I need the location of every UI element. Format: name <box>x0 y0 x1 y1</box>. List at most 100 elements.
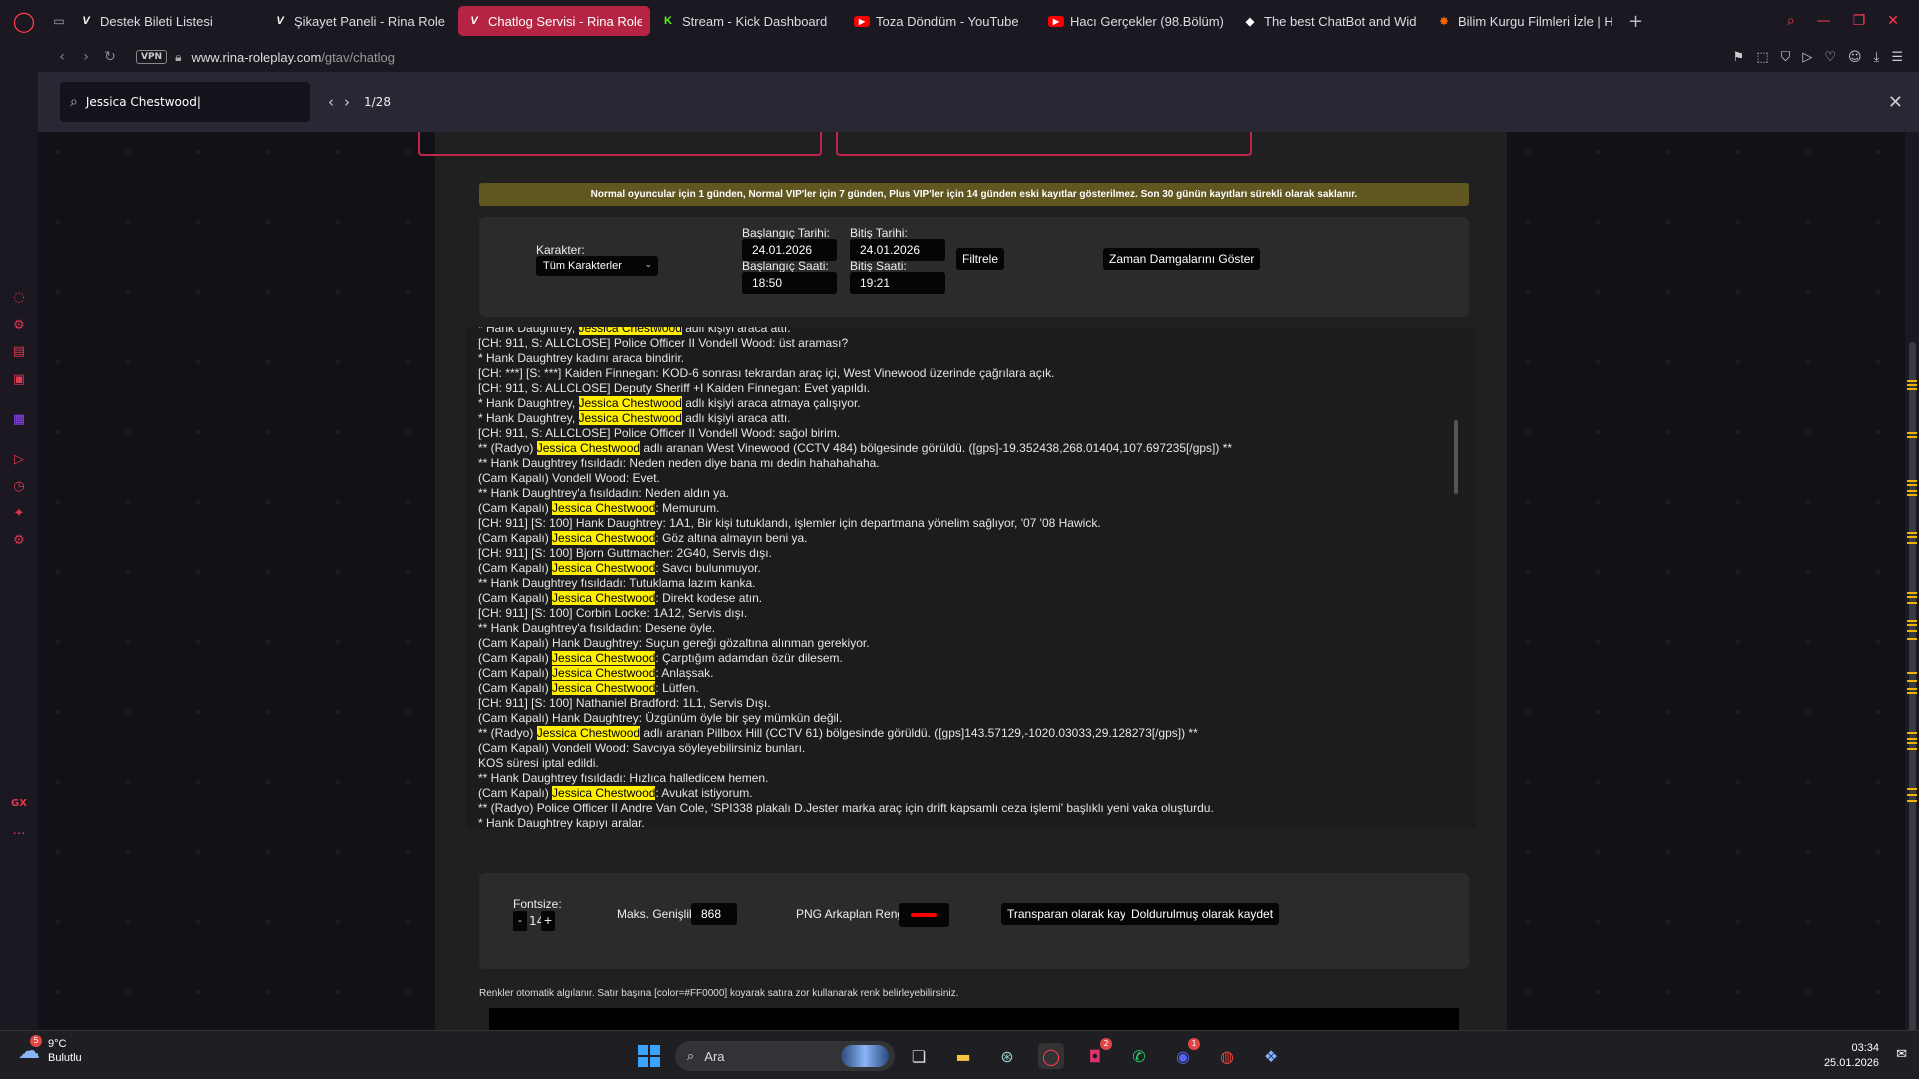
file-explorer-icon[interactable]: ▬ <box>950 1043 976 1069</box>
start-time-field[interactable]: 18:50 <box>742 272 837 294</box>
end-date-field[interactable]: 24.01.2026 <box>850 239 945 261</box>
back-icon[interactable]: ‹ <box>50 49 74 65</box>
scroll-match-marker <box>1907 480 1917 482</box>
fontsize-increase-button[interactable]: + <box>541 911 555 931</box>
find-previous-icon[interactable]: ‹ <box>328 93 334 111</box>
tab-3[interactable]: V Chatlog Servisi - Rina Role <box>458 6 650 36</box>
max-width-field[interactable]: 868 <box>691 903 737 925</box>
find-next-icon[interactable]: › <box>344 93 350 111</box>
fontsize-decrease-button[interactable]: - <box>513 911 527 931</box>
png-bg-color-picker[interactable] <box>899 903 949 927</box>
more-icon[interactable]: … <box>0 823 38 838</box>
tab-1[interactable]: V Destek Bileti Listesi <box>70 6 262 36</box>
taskbar-search[interactable]: ⌕ Ara <box>675 1041 895 1071</box>
play-icon[interactable]: ▷ <box>1802 50 1812 65</box>
tab-2[interactable]: V Şikayet Paneli - Rina Role <box>264 6 456 36</box>
search-highlight: Jessica Chestwood <box>536 441 641 455</box>
gx-icon[interactable]: GX <box>0 798 38 809</box>
messenger-icon[interactable]: ▣ <box>0 372 38 387</box>
restore-icon[interactable]: ❐ <box>1853 13 1866 29</box>
scroll-match-marker <box>1907 592 1917 594</box>
log-line: (Cam Kapalı) Jessica Chestwood: Avukat i… <box>478 786 753 800</box>
scroll-match-marker <box>1907 602 1917 604</box>
save-filled-button[interactable]: Doldurulmuş olarak kaydet <box>1125 903 1280 925</box>
new-tab-button[interactable]: + <box>1628 11 1643 32</box>
windows-start-icon[interactable] <box>638 1045 660 1067</box>
instagram-icon[interactable]: ◘ 2 <box>1082 1038 1112 1069</box>
weather-badge: 5 <box>30 1034 42 1047</box>
notification-icon[interactable]: ✉ <box>1896 1047 1907 1062</box>
log-line: [CH: ***] [S: ***] Kaiden Finnegan: KOD-… <box>478 366 1055 380</box>
find-query[interactable]: Jessica Chestwood <box>86 95 197 109</box>
lock-icon[interactable]: 🔒︎ <box>175 50 181 65</box>
tab-label: Destek Bileti Listesi <box>100 13 213 29</box>
scroll-match-marker <box>1907 742 1917 744</box>
aria-icon[interactable]: ◌ <box>0 290 38 305</box>
scroll-match-marker <box>1907 380 1917 382</box>
tab-4[interactable]: K Stream - Kick Dashboard <box>652 6 844 36</box>
show-timestamps-button[interactable]: Zaman Damgalarını Göster <box>1103 248 1261 270</box>
tab-6[interactable]: ▶ Hacı Gerçekler (98.Bölüm) <box>1040 6 1232 36</box>
taskbar-clock[interactable]: 03:34 25.01.2026 <box>1824 1041 1879 1071</box>
scroll-match-marker <box>1907 490 1917 492</box>
robot-icon[interactable]: ⚙ <box>0 318 38 333</box>
tab-8[interactable]: ✸ Bilim Kurgu Filmleri İzle | H <box>1428 6 1620 36</box>
snapshot-icon[interactable]: ⬚ <box>1756 50 1768 65</box>
whatsapp-icon[interactable]: ✆ <box>1126 1043 1152 1069</box>
player-icon[interactable]: ▷ <box>0 452 38 467</box>
tab-manager-icon[interactable]: ▭ <box>48 14 70 28</box>
cloud-icon: ☁ 5 <box>18 1034 42 1064</box>
history-icon[interactable]: ◷ <box>0 479 38 494</box>
reload-icon[interactable]: ↻ <box>98 49 122 65</box>
app-icon[interactable]: ❖ <box>1258 1043 1284 1069</box>
start-date-label: Başlangıç Tarihi: <box>742 226 830 240</box>
url-field[interactable]: www.rina-roleplay.com/gtav/chatlog <box>191 50 395 65</box>
discord-icon[interactable]: ◉ 1 <box>1170 1038 1200 1069</box>
wallet-icon[interactable]: ▤ <box>0 344 38 359</box>
log-line: ** (Radyo) Jessica Chestwood adlı aranan… <box>478 441 1233 455</box>
download-icon[interactable]: ⤓ <box>1874 50 1880 65</box>
profile-icon[interactable]: ☺ <box>1848 50 1862 65</box>
opera-logo-icon[interactable]: ◯ <box>0 0 48 42</box>
chatlog-scrollbar[interactable] <box>1454 420 1458 494</box>
bookmark-icon[interactable]: ⚑ <box>1733 50 1745 65</box>
log-line: (Cam Kapalı) Vondell Wood: Evet. <box>478 471 660 485</box>
log-line: [CH: 911] [S: 100] Corbin Locke: 1A12, S… <box>478 606 748 620</box>
taskbar-search-placeholder: Ara <box>704 1048 725 1064</box>
window-controls: ⌕ — ❐ ✕ <box>1787 0 1919 42</box>
heart-icon[interactable]: ♡ <box>1824 50 1836 65</box>
page-scrollbar-thumb[interactable] <box>1909 342 1916 1032</box>
forward-icon[interactable]: › <box>74 49 98 65</box>
close-window-icon[interactable]: ✕ <box>1887 13 1899 29</box>
tab-5[interactable]: ▶ Toza Döndüm - YouTube <box>846 6 1038 36</box>
start-date-field[interactable]: 24.01.2026 <box>742 239 837 261</box>
twitch-icon[interactable]: ▦ <box>0 412 38 427</box>
browser-sidebar: ◌ ⚙ ▤ ▣ ▦ ▷ ◷ ✦ ⚙ GX … <box>0 42 38 1030</box>
end-time-field[interactable]: 19:21 <box>850 272 945 294</box>
log-line: (Cam Kapalı) Jessica Chestwood: Memurum. <box>478 501 720 515</box>
opera-gx-icon[interactable]: ◯ <box>1038 1043 1064 1069</box>
character-select[interactable]: Tüm Karakterler ⌄ <box>536 256 658 276</box>
filter-button[interactable]: Filtrele <box>956 248 1005 270</box>
settings-icon[interactable]: ⚙ <box>0 533 38 548</box>
minimize-icon[interactable]: — <box>1817 13 1831 29</box>
menu-icon[interactable]: ☰ <box>1891 50 1903 65</box>
page-scrollbar[interactable] <box>1905 132 1919 1032</box>
log-line: [CH: 911, S: ALLCLOSE] Deputy Sheriff +I… <box>478 381 871 395</box>
search-tabs-icon[interactable]: ⌕ <box>1787 13 1795 29</box>
find-input[interactable]: ⌕ Jessica Chestwood | <box>60 82 310 122</box>
find-close-icon[interactable]: ✕ <box>1888 92 1903 113</box>
vpn-badge[interactable]: VPN <box>136 50 168 64</box>
url-path: /gtav/chatlog <box>321 49 395 65</box>
chrome-icon[interactable]: ◍ <box>1214 1043 1240 1069</box>
chatlog-output[interactable]: * Hank Daughtrey, Jessica Chestwood adlı… <box>465 327 1476 829</box>
tab-label: Toza Döndüm - YouTube <box>876 13 1019 29</box>
steam-icon[interactable]: ⊛ <box>994 1043 1020 1069</box>
task-view-icon[interactable]: ❏ <box>906 1043 932 1069</box>
weather-widget[interactable]: ☁ 5 9°C Bulutlu <box>18 1034 82 1065</box>
extensions-icon[interactable]: ✦ <box>0 506 38 521</box>
filter-panel: Karakter: Tüm Karakterler ⌄ Başlangıç Ta… <box>479 217 1469 317</box>
tab-label: Bilim Kurgu Filmleri İzle | H <box>1458 13 1612 29</box>
tab-7[interactable]: ◆ The best ChatBot and Wid <box>1234 6 1426 36</box>
shield-icon[interactable]: ⛉ <box>1781 50 1791 65</box>
